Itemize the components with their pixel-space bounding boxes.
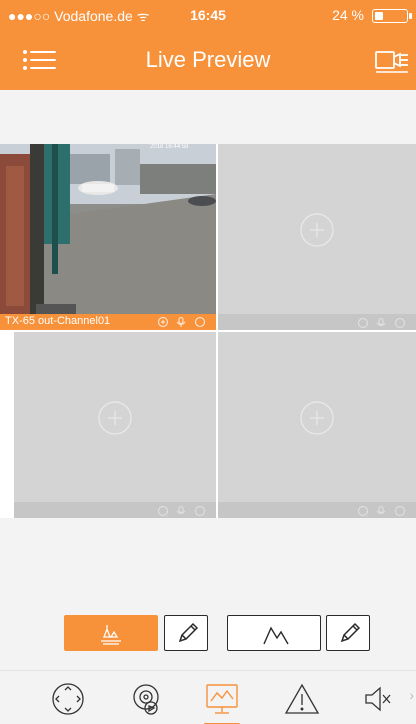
alarm-icon[interactable] — [282, 679, 322, 719]
battery-icon — [372, 9, 412, 23]
edit-preset-1-button[interactable] — [164, 615, 208, 651]
channel-bar — [14, 502, 216, 518]
pencil-icon — [340, 622, 361, 643]
battery-percent: 24 % — [332, 7, 364, 23]
mountain-icon — [263, 626, 289, 645]
video-cell-3[interactable] — [14, 332, 216, 518]
edit-preset-2-button[interactable] — [326, 615, 370, 651]
feed-timestamp: 2018 16:44:59 — [150, 144, 189, 150]
live-preview-icon[interactable] — [202, 679, 242, 719]
ptz-icon[interactable] — [48, 679, 88, 719]
video-cell-1[interactable]: 2018 16:44:59 TX-65 out-Channel01 — [0, 144, 216, 330]
microphone-icon — [176, 316, 186, 327]
camera-list-icon[interactable] — [374, 47, 410, 75]
channel-bar — [218, 502, 416, 518]
video-grid: 2018 16:44:59 TX-65 out-Channel01 — [0, 144, 416, 518]
page-title: Live Preview — [145, 47, 271, 72]
channel-bar: TX-65 out-Channel01 — [0, 314, 216, 330]
status-bar: ●●●○○ Vodafone.de ᯤ 16:45 24 % — [0, 0, 416, 28]
record-icon — [194, 316, 206, 328]
channel-bar — [218, 314, 416, 330]
playback-icon[interactable] — [126, 679, 166, 719]
audio-mute-icon[interactable] — [358, 679, 398, 719]
preset-1-button[interactable] — [64, 615, 158, 651]
tab-bar: › — [0, 670, 416, 724]
channel-bar-icons — [156, 316, 210, 328]
camera-feed-image — [0, 144, 216, 314]
nav-bar: Live Preview — [0, 28, 416, 90]
video-cell-2[interactable] — [218, 144, 416, 330]
preset-2-button[interactable] — [227, 615, 321, 651]
add-channel-icon[interactable] — [299, 212, 335, 248]
view-group-icon — [101, 625, 121, 645]
channel-bar-icons — [356, 504, 410, 517]
more-tabs-chevron[interactable]: › — [409, 687, 414, 703]
video-cell-4[interactable] — [218, 332, 416, 518]
channel-bar-icons — [156, 504, 210, 517]
live-preview-screen: ●●●○○ Vodafone.de ᯤ 16:45 24 % Live Prev… — [0, 0, 416, 724]
zoom-icon — [157, 316, 169, 328]
add-channel-icon[interactable] — [97, 400, 133, 436]
pencil-icon — [178, 622, 199, 643]
channel-bar-icons — [356, 316, 410, 329]
add-channel-icon[interactable] — [299, 400, 335, 436]
channel-name: TX-65 out-Channel01 — [5, 315, 111, 327]
header: ●●●○○ Vodafone.de ᯤ 16:45 24 % Live Prev… — [0, 0, 416, 90]
